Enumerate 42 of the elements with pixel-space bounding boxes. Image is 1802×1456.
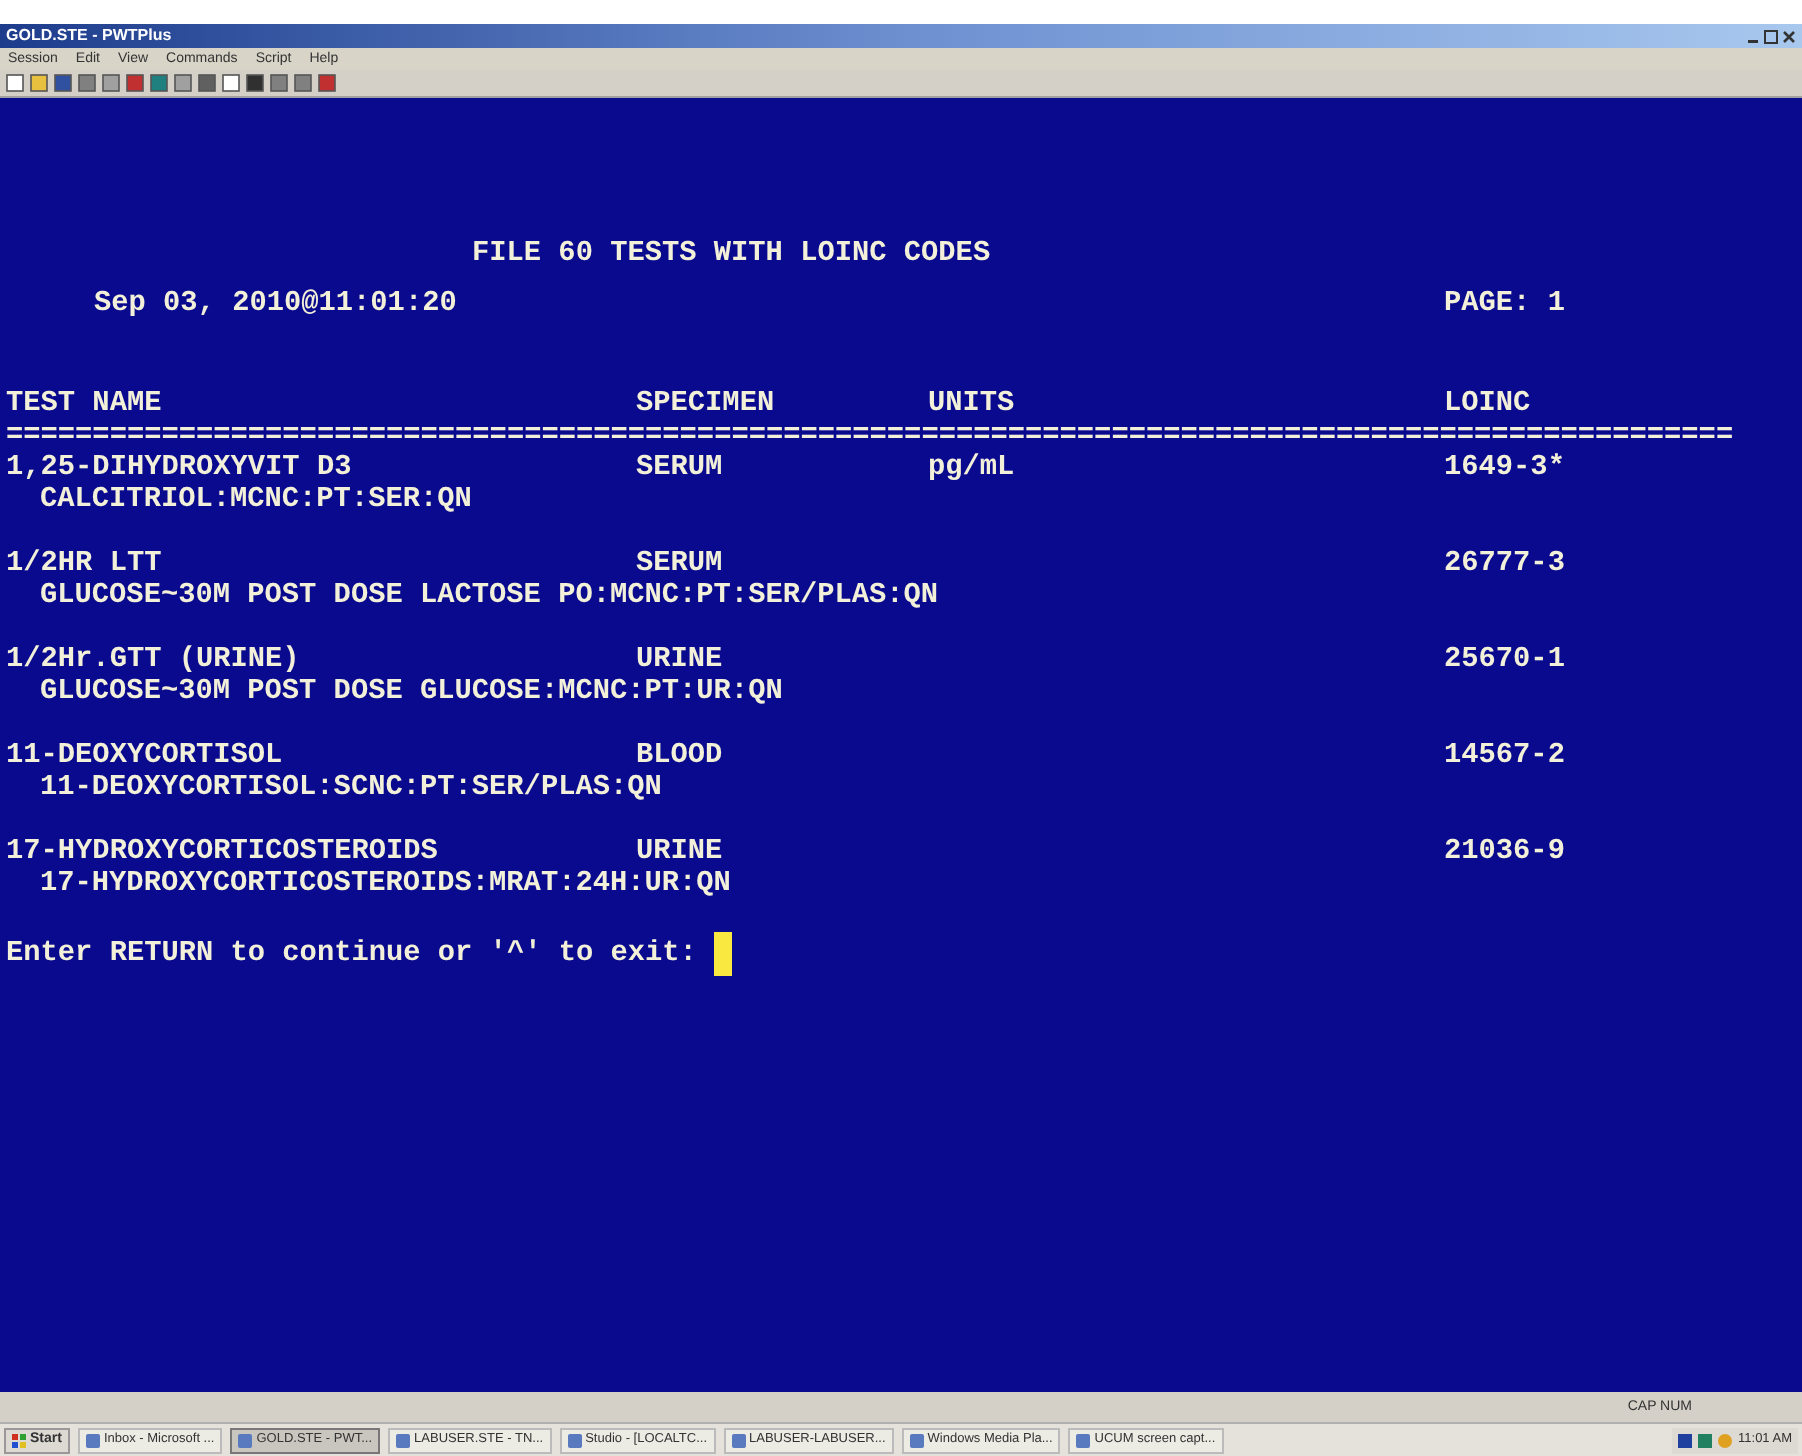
test-description: 11-DEOXYCORTISOL:SCNC:PT:SER/PLAS:QN [40,772,662,804]
app-icon [567,1433,582,1447]
column-header: TEST NAME [6,388,162,420]
specimen: URINE [636,644,723,676]
prompt-text: Enter RETURN to continue or '^' to exit: [6,938,697,970]
units: pg/mL [928,452,1015,484]
specimen: SERUM [636,548,723,580]
loinc-code: 1649-3* [1444,452,1565,484]
test-name: 1,25-DIHYDROXYVIT D3 [6,452,352,484]
test-description: GLUCOSE~30M POST DOSE LACTOSE PO:MCNC:PT:SER/PLAS:QN [40,580,939,612]
separator-line: ==================================================================================================== [6,420,1734,452]
loinc-code: 25670-1 [1444,644,1565,676]
column-header: UNITS [928,388,1015,420]
test-name: 17-HYDROXYCORTICOSTEROIDS [6,836,438,868]
app-icon [731,1433,746,1447]
windows-logo-icon [12,1433,26,1447]
test-description: 17-HYDROXYCORTICOSTEROIDS:MRAT:24H:UR:QN [40,868,731,900]
loinc-code: 21036-9 [1444,836,1565,868]
specimen: SERUM [636,452,723,484]
loinc-code: 26777-3 [1444,548,1565,580]
app-icon [396,1433,411,1447]
text-cursor [714,932,733,976]
specimen: URINE [636,836,723,868]
app-icon [85,1433,100,1447]
report-date: Sep 03, 2010@11:01:20 [94,288,457,320]
test-name: 11-DEOXYCORTISOL [6,740,283,772]
maximize-icon[interactable] [1764,29,1778,43]
app-icon [909,1433,924,1447]
column-header: LOINC [1444,388,1531,420]
window-title: GOLD.STE - PWTPlus [6,28,172,44]
page-number: PAGE: 1 [1444,288,1565,320]
test-description: CALCITRIOL:MCNC:PT:SER:QN [40,484,472,516]
test-name: 1/2Hr.GTT (URINE) [6,644,300,676]
test-description: GLUCOSE~30M POST DOSE GLUCOSE:MCNC:PT:UR:QN [40,676,783,708]
close-icon[interactable] [1782,29,1796,43]
loinc-code: 14567-2 [1444,740,1565,772]
app-icon [1076,1433,1091,1447]
specimen: BLOOD [636,740,723,772]
column-header: SPECIMEN [636,388,775,420]
report-title: FILE 60 TESTS WITH LOINC CODES [472,238,991,270]
test-name: 1/2HR LTT [6,548,162,580]
app-icon [238,1433,253,1447]
